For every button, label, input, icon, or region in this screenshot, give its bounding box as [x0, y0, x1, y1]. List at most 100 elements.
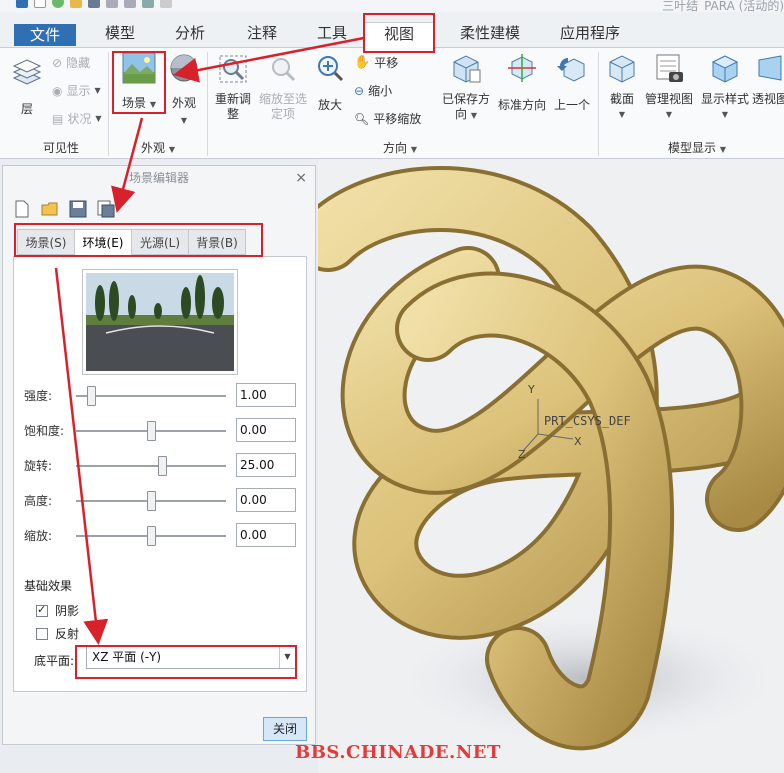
close-window-icon[interactable]: [160, 0, 172, 8]
chevron-down-icon: ▼: [94, 86, 101, 95]
new-scene-icon[interactable]: [13, 200, 31, 218]
appearance-icon: [170, 54, 198, 82]
chevron-down-icon: ▼: [95, 114, 102, 123]
zoom-selected-icon: [272, 58, 296, 82]
pan-zoom-button[interactable]: 🔍︎ 平移缩放: [354, 110, 421, 127]
perspective-label: 透视图: [752, 92, 784, 106]
graphics-viewport[interactable]: PRT_CSYS_DEF Y X Z: [318, 159, 784, 773]
tab-applications[interactable]: 应用程序: [550, 22, 630, 48]
intensity-field[interactable]: 1.00: [236, 383, 296, 407]
close-icon[interactable]: ×: [295, 170, 307, 186]
rotation-field[interactable]: 25.00: [236, 453, 296, 477]
highlight-scene-button: [112, 51, 166, 114]
floor-plane-label: 底平面:: [34, 654, 75, 668]
rotation-slider[interactable]: [157, 456, 167, 476]
chevron-down-icon: ▼: [470, 111, 477, 120]
pan-zoom-label: 平移缩放: [373, 112, 422, 126]
perspective-button[interactable]: 透视图: [752, 52, 784, 107]
zoom-to-selected-button[interactable]: 缩放至选 定项: [256, 54, 310, 122]
undo-icon[interactable]: [106, 0, 118, 8]
rotation-track[interactable]: [76, 465, 226, 467]
manage-views-button[interactable]: 管理视图 ▼: [642, 52, 696, 122]
height-slider[interactable]: [147, 491, 156, 511]
zoom-in-button[interactable]: 放大: [313, 54, 347, 113]
scale-slider[interactable]: [147, 526, 156, 546]
saved-orientation-icon: [453, 55, 481, 83]
saturation-slider[interactable]: [147, 421, 156, 441]
axis-x-label: X: [574, 435, 582, 448]
intensity-slider[interactable]: [87, 386, 96, 406]
chevron-down-icon: ▼: [180, 116, 188, 125]
model-display-group-text: 模型显示: [668, 141, 717, 155]
tab-flexible-modeling[interactable]: 柔性建模: [450, 22, 530, 48]
tab-analysis[interactable]: 分析: [162, 22, 218, 48]
tab-model[interactable]: 模型: [92, 22, 148, 48]
appearance-label: 外观: [171, 96, 196, 110]
environment-preview[interactable]: [82, 269, 238, 375]
tab-annotate[interactable]: 注释: [234, 22, 290, 48]
chevron-down-icon: ▼: [168, 145, 175, 154]
trefoil-knot-model[interactable]: [318, 159, 784, 773]
saved-label-2: 向: [455, 107, 468, 121]
highlight-floor-plane: [75, 645, 297, 679]
open-scene-icon[interactable]: [41, 200, 59, 218]
new-icon[interactable]: [34, 0, 46, 8]
appearance-group-text: 外观: [141, 141, 166, 155]
zoom-out-icon: ⊖: [354, 83, 365, 98]
display-style-button[interactable]: 显示样式 ▼: [698, 52, 752, 122]
previous-button[interactable]: 上一个: [550, 52, 594, 113]
saved-orientations-button[interactable]: 已保存方 向 ▼: [438, 52, 494, 123]
pan-zoom-icon: 🔍︎: [354, 111, 370, 126]
save-icon[interactable]: [88, 0, 100, 8]
intensity-track[interactable]: [76, 395, 226, 397]
tab-file[interactable]: 文件: [14, 24, 76, 46]
axis-y-label: Y: [528, 383, 535, 396]
shadow-checkbox[interactable]: [36, 603, 48, 617]
height-field[interactable]: 0.00: [236, 488, 296, 512]
layer-label: 层: [20, 102, 33, 116]
status-button[interactable]: ▤ 状况 ▼: [52, 110, 102, 127]
refit-button[interactable]: 重新调 整: [210, 54, 256, 122]
scale-field[interactable]: 0.00: [236, 523, 296, 547]
reflection-option[interactable]: 反射: [36, 625, 79, 642]
hide-button[interactable]: ⊘ 隐藏: [52, 54, 90, 71]
redo-icon[interactable]: [124, 0, 136, 8]
window-title: 三叶结_PARA (活动的): [662, 0, 784, 12]
basic-effects-heading: 基础效果: [24, 579, 73, 593]
pan-button[interactable]: ✋ 平移: [354, 54, 398, 71]
layer-icon: [12, 59, 42, 85]
reflection-checkbox[interactable]: [36, 627, 48, 640]
csys-label[interactable]: PRT_CSYS_DEF: [544, 414, 631, 428]
scale-label: 缩放:: [24, 529, 53, 543]
chevron-down-icon: ▼: [719, 145, 726, 154]
tab-tools[interactable]: 工具: [304, 22, 360, 48]
zoom-in-icon: [318, 56, 344, 82]
open-icon[interactable]: [70, 0, 82, 8]
refit-label-1: 重新调: [214, 92, 251, 106]
perspective-icon: [758, 55, 782, 81]
show-button[interactable]: ◉ 显示 ▼: [52, 82, 101, 99]
chevron-down-icon: ▼: [721, 110, 729, 119]
height-label: 高度:: [24, 494, 53, 508]
save-as-scene-icon[interactable]: [97, 200, 115, 218]
layer-button[interactable]: 层: [8, 56, 46, 117]
section-button[interactable]: 截面 ▼: [602, 52, 642, 122]
zoom-out-button[interactable]: ⊖ 缩小: [354, 82, 392, 99]
saturation-field[interactable]: 0.00: [236, 418, 296, 442]
show-icon: ◉: [52, 83, 63, 98]
regenerate-icon[interactable]: [52, 0, 64, 8]
saturation-row: 饱和度: 0.00: [14, 418, 308, 444]
group-separator: [207, 52, 208, 156]
shadow-option[interactable]: 阴影: [36, 602, 79, 619]
save-scene-icon[interactable]: [69, 200, 87, 218]
saturation-label: 饱和度:: [24, 424, 65, 438]
pan-label: 平移: [374, 56, 399, 70]
standard-orientation-label: 标准方向: [497, 98, 546, 112]
chevron-down-icon: ▼: [618, 110, 626, 119]
zoom-in-label: 放大: [317, 98, 342, 112]
appearance-button[interactable]: 外观 ▼: [166, 52, 202, 128]
windows-icon[interactable]: [142, 0, 154, 8]
zoom-selected-label-1: 缩放至选: [258, 92, 307, 106]
standard-orientation-button[interactable]: 标准方向: [494, 52, 550, 113]
close-button[interactable]: 关闭: [263, 717, 307, 741]
